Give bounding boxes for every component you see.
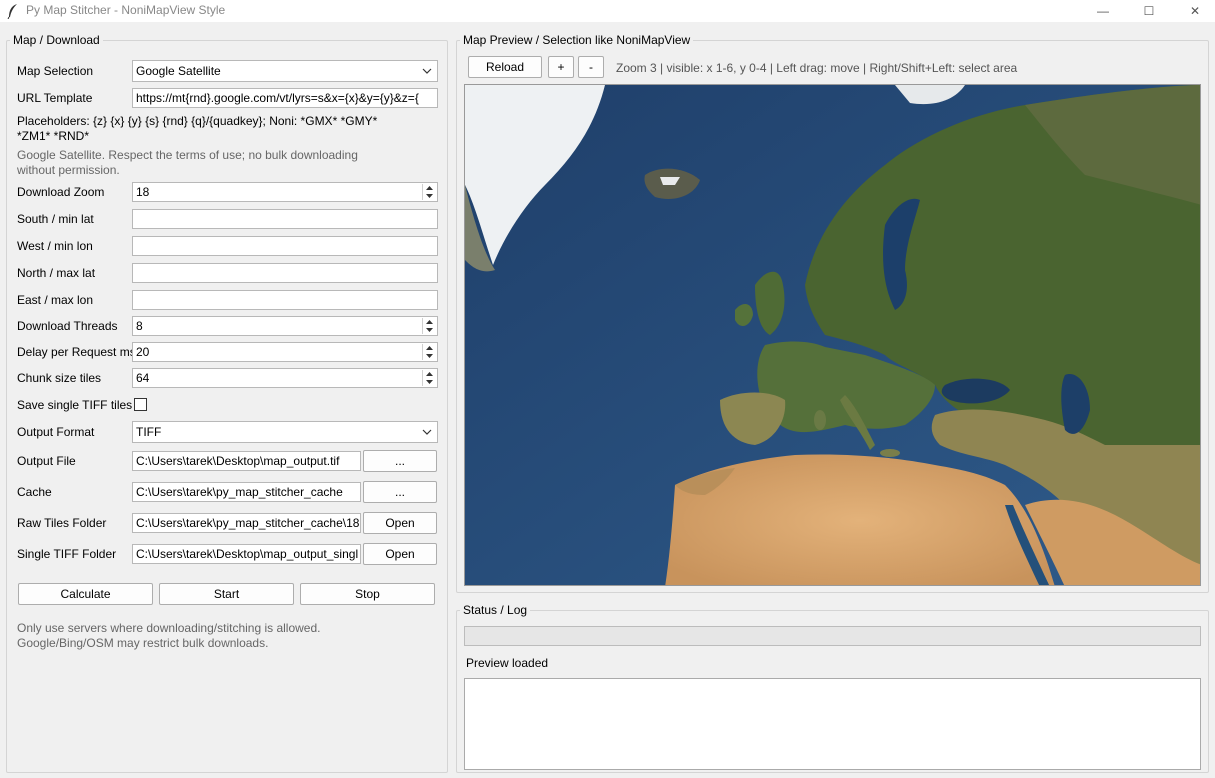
cache-browse-button[interactable]: ... <box>363 481 437 503</box>
minimize-button[interactable]: — <box>1080 0 1126 22</box>
log-textarea[interactable] <box>464 678 1201 770</box>
spin-down-icon[interactable] <box>423 378 436 386</box>
spin-up-icon[interactable] <box>423 184 436 192</box>
maximize-button[interactable]: ☐ <box>1126 0 1172 22</box>
cache-input[interactable]: C:\Users\tarek\py_map_stitcher_cache <box>132 482 361 502</box>
placeholders-text: Placeholders: {z} {x} {y} {s} {rnd} {q}/… <box>17 114 378 143</box>
delay-value: 20 <box>136 345 150 359</box>
zoom-in-button[interactable]: + <box>548 56 574 78</box>
terms-note: Google Satellite. Respect the terms of u… <box>17 148 358 177</box>
map-selection-value: Google Satellite <box>136 64 221 78</box>
download-zoom-spinbox[interactable]: 18 <box>132 182 438 202</box>
delay-spinbox[interactable]: 20 <box>132 342 438 362</box>
chevron-down-icon <box>422 429 432 435</box>
download-zoom-label: Download Zoom <box>17 185 105 199</box>
zoom-out-button[interactable]: - <box>578 56 604 78</box>
raw-tiles-input[interactable]: C:\Users\tarek\py_map_stitcher_cache\18 <box>132 513 361 533</box>
raw-tiles-label: Raw Tiles Folder <box>17 516 107 530</box>
west-label: West / min lon <box>17 239 93 253</box>
south-input[interactable] <box>132 209 438 229</box>
map-download-title: Map / Download <box>10 33 103 47</box>
threads-label: Download Threads <box>17 319 118 333</box>
url-template-label: URL Template <box>17 91 93 105</box>
north-label: North / max lat <box>17 266 96 280</box>
progress-bar <box>464 626 1201 646</box>
url-template-input[interactable]: https://mt{rnd}.google.com/vt/lyrs=s&x={… <box>132 88 438 108</box>
spin-down-icon[interactable] <box>423 192 436 200</box>
spin-up-icon[interactable] <box>423 370 436 378</box>
spin-buttons[interactable] <box>422 370 436 386</box>
start-button[interactable]: Start <box>159 583 294 605</box>
maximize-icon: ☐ <box>1143 4 1155 18</box>
east-label: East / max lon <box>17 293 94 307</box>
spin-down-icon[interactable] <box>423 352 436 360</box>
download-zoom-value: 18 <box>136 185 150 199</box>
map-selection-dropdown[interactable]: Google Satellite <box>132 60 438 82</box>
chunk-spinbox[interactable]: 64 <box>132 368 438 388</box>
spin-down-icon[interactable] <box>423 326 436 334</box>
window-title: Py Map Stitcher - NoniMapView Style <box>26 3 226 17</box>
reload-button[interactable]: Reload <box>468 56 542 78</box>
close-icon: ✕ <box>1189 4 1201 18</box>
chevron-down-icon <box>422 68 432 74</box>
spin-up-icon[interactable] <box>423 344 436 352</box>
save-single-tiff-label: Save single TIFF tiles <box>17 398 133 412</box>
spin-buttons[interactable] <box>422 184 436 200</box>
footer-note: Only use servers where downloading/stitc… <box>17 621 321 650</box>
save-single-tiff-checkbox[interactable] <box>134 398 147 411</box>
spin-up-icon[interactable] <box>423 318 436 326</box>
output-format-dropdown[interactable]: TIFF <box>132 421 438 443</box>
status-text: Preview loaded <box>466 656 549 670</box>
output-file-browse-button[interactable]: ... <box>363 450 437 472</box>
spin-buttons[interactable] <box>422 318 436 334</box>
zoom-info-text: Zoom 3 | visible: x 1-6, y 0-4 | Left dr… <box>616 61 1018 75</box>
single-tiff-label: Single TIFF Folder <box>17 547 117 561</box>
delay-label: Delay per Request ms <box>17 345 136 359</box>
map-preview-canvas[interactable] <box>464 84 1201 586</box>
north-input[interactable] <box>132 263 438 283</box>
calculate-button[interactable]: Calculate <box>18 583 153 605</box>
spin-buttons[interactable] <box>422 344 436 360</box>
output-format-label: Output Format <box>17 425 95 439</box>
east-input[interactable] <box>132 290 438 310</box>
single-tiff-open-button[interactable]: Open <box>363 543 437 565</box>
minimize-icon: — <box>1097 4 1109 18</box>
chunk-label: Chunk size tiles <box>17 371 102 385</box>
south-label: South / min lat <box>17 212 94 226</box>
cache-label: Cache <box>17 485 52 499</box>
satellite-map-image <box>465 85 1200 585</box>
title-bar: Py Map Stitcher - NoniMapView Style — ☐ … <box>0 0 1215 22</box>
map-selection-label: Map Selection <box>17 64 94 78</box>
threads-spinbox[interactable]: 8 <box>132 316 438 336</box>
map-preview-title: Map Preview / Selection like NoniMapView <box>460 33 694 47</box>
close-button[interactable]: ✕ <box>1172 0 1215 22</box>
west-input[interactable] <box>132 236 438 256</box>
chunk-value: 64 <box>136 371 150 385</box>
stop-button[interactable]: Stop <box>300 583 435 605</box>
output-format-value: TIFF <box>136 425 162 439</box>
threads-value: 8 <box>136 319 143 333</box>
output-file-input[interactable]: C:\Users\tarek\Desktop\map_output.tif <box>132 451 361 471</box>
status-log-title: Status / Log <box>460 603 531 617</box>
output-file-label: Output File <box>17 454 76 468</box>
raw-tiles-open-button[interactable]: Open <box>363 512 437 534</box>
feather-icon <box>7 4 17 19</box>
single-tiff-input[interactable]: C:\Users\tarek\Desktop\map_output_singl <box>132 544 361 564</box>
